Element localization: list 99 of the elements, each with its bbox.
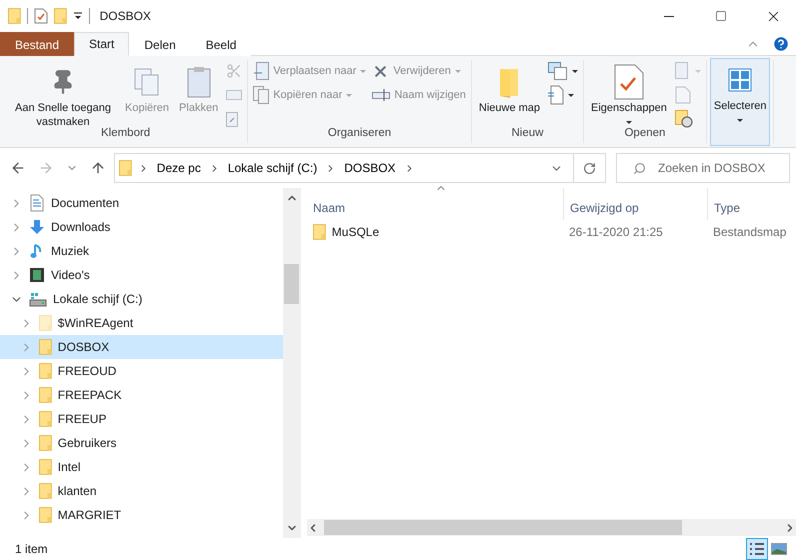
- document-icon: [29, 194, 45, 212]
- tree-item-label: Downloads: [51, 220, 110, 234]
- rename-icon: [372, 88, 390, 102]
- address-field[interactable]: Deze pc Lokale schijf (C:) DOSBOX: [114, 153, 606, 183]
- ribbon-button[interactable]: Nieuwe map: [474, 60, 544, 118]
- film-icon: [29, 267, 45, 283]
- vertical-scrollbar[interactable]: [283, 188, 300, 538]
- new-folder-icon: [54, 8, 67, 24]
- tree-item[interactable]: DOSBOX: [0, 335, 283, 359]
- tree-item-label: Documenten: [51, 196, 120, 210]
- new-item-icon: [548, 62, 568, 80]
- table-cell: MuSQLe: [307, 224, 563, 240]
- copy-icon: [133, 67, 162, 97]
- file-row[interactable]: MuSQLe 26-11-2020 21:25 Bestandsmap: [307, 220, 796, 244]
- edit-icon: [674, 86, 691, 104]
- properties-icon: [34, 8, 48, 24]
- folder-icon: [39, 507, 52, 523]
- details-view-button[interactable]: [746, 538, 768, 560]
- back-arrow-icon: [10, 160, 26, 176]
- tree-item-label: FREEUP: [58, 412, 106, 426]
- copy-path-icon: [226, 90, 242, 100]
- tree-item-label: Gebruikers: [58, 436, 116, 450]
- folder-icon: [39, 339, 52, 355]
- tree-item[interactable]: Documenten: [0, 191, 283, 215]
- scrollbar-thumb[interactable]: [324, 520, 682, 535]
- window-title: DOSBOX: [100, 9, 152, 23]
- properties-icon: [614, 64, 644, 100]
- clipboard-icon: [186, 66, 211, 98]
- tree-item-label: DOSBOX: [58, 340, 110, 354]
- search-icon: [633, 162, 646, 174]
- horizontal-scrollbar[interactable]: [307, 519, 796, 536]
- table-cell-text: Bestandsmap: [712, 225, 788, 239]
- tree-item[interactable]: Muziek: [0, 239, 283, 263]
- tree-item[interactable]: MARGRIET: [0, 503, 283, 527]
- search-field[interactable]: Zoeken in DOSBOX: [616, 153, 790, 183]
- ribbon-group-label: Organiseren: [326, 127, 392, 141]
- folder-icon: [39, 435, 52, 451]
- paste-shortcut-icon: [226, 111, 238, 127]
- tree-item-label: Video's: [51, 268, 90, 282]
- history-icon: [674, 110, 693, 128]
- scissors-icon: [226, 63, 242, 79]
- tree-item[interactable]: FREEUP: [0, 407, 283, 431]
- select-grid-icon: [728, 68, 752, 92]
- breadcrumb[interactable]: Deze pc: [154, 161, 203, 175]
- folder-icon: [313, 224, 326, 240]
- breadcrumb[interactable]: DOSBOX: [342, 161, 398, 175]
- breadcrumb[interactable]: Lokale schijf (C:): [226, 161, 320, 175]
- tree-item-label: Muziek: [51, 244, 90, 258]
- ribbon-group-label: Klembord: [100, 127, 152, 141]
- ribbon-group-label: Nieuw: [510, 127, 544, 141]
- picture-icon: [771, 543, 787, 555]
- forward-arrow-icon: [38, 160, 54, 176]
- column-header[interactable]: Naam: [307, 188, 563, 220]
- folder-icon: [8, 8, 21, 24]
- folder-icon: [39, 387, 52, 403]
- ribbon-button[interactable]: Eigenschappen: [587, 60, 671, 127]
- ribbon-icon-button[interactable]: [546, 60, 580, 82]
- tree-item-label: FREEOUD: [58, 364, 116, 378]
- tree-item-label: $WinREAgent: [58, 316, 134, 330]
- column-header[interactable]: Gewijzigd op: [563, 188, 707, 220]
- folder-icon: [119, 160, 132, 176]
- folder-icon: [39, 315, 52, 331]
- move-to-icon: [253, 62, 270, 80]
- tree-item[interactable]: $WinREAgent: [0, 311, 283, 335]
- tree-item-label: FREEPACK: [58, 388, 122, 402]
- column-header[interactable]: Type: [707, 188, 789, 220]
- tree-item[interactable]: klanten: [0, 479, 283, 503]
- maximize-icon: [715, 10, 727, 22]
- ribbon-tab[interactable]: Bestand: [0, 32, 74, 56]
- folder-icon: [39, 363, 52, 379]
- copy-to-icon: [253, 86, 270, 104]
- ribbon-tab[interactable]: Start: [74, 32, 130, 56]
- table-cell-text: 26-11-2020 21:25: [568, 225, 664, 239]
- ribbon-button[interactable]: Selecteren: [710, 58, 770, 146]
- tree-item-label: klanten: [58, 484, 96, 498]
- tree-item[interactable]: Intel: [0, 455, 283, 479]
- drive-icon: [29, 291, 47, 307]
- tree-item-label: Lokale schijf (C:): [53, 292, 142, 306]
- tree-item-label: MARGRIET: [58, 508, 122, 522]
- tree-item[interactable]: FREEOUD: [0, 359, 283, 383]
- ribbon-group-label: Openen: [623, 127, 666, 141]
- item-count: 1 item: [15, 542, 49, 556]
- tree-item[interactable]: FREEPACK: [0, 383, 283, 407]
- download-icon: [29, 219, 45, 235]
- customize-dropdown-icon: [72, 12, 83, 20]
- tree-item[interactable]: Lokale schijf (C:): [0, 287, 283, 311]
- help-icon: [772, 34, 790, 52]
- tree-item-label: Intel: [58, 460, 80, 474]
- tree-item[interactable]: Video's: [0, 263, 283, 287]
- tree-item[interactable]: Downloads: [0, 215, 283, 239]
- open-icon: [674, 62, 691, 80]
- tree-item[interactable]: Gebruikers: [0, 431, 283, 455]
- details-list-icon: [749, 542, 765, 556]
- easy-access-icon: [548, 85, 564, 105]
- folder-icon: [39, 411, 52, 427]
- refresh-icon: [583, 162, 596, 174]
- folder-icon: [39, 459, 52, 475]
- folder-icon: [39, 483, 52, 499]
- scrollbar-thumb[interactable]: [284, 264, 299, 304]
